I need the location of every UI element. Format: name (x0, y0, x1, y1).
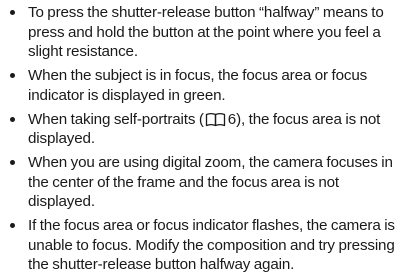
bullet-dot-icon (10, 223, 15, 228)
bullet-dot-icon (10, 160, 15, 165)
bullet-text-before: When taking self-portraits ( (28, 110, 204, 128)
bullet-item-self-portraits: When taking self-portraits ( 6), the foc… (0, 110, 399, 149)
bullet-item-in-focus: When the subject is in focus, the focus … (0, 66, 399, 105)
bullet-text: When the subject is in focus, the focus … (28, 67, 368, 104)
bullet-item-digital-zoom: When you are using digital zoom, the cam… (0, 153, 399, 212)
bullet-text: If the focus area or focus indicator fla… (28, 217, 395, 273)
bullet-dot-icon (10, 10, 15, 15)
bullet-dot-icon (10, 73, 15, 78)
bullet-item-halfway: To press the shutter-release button “hal… (0, 3, 399, 62)
bullet-dot-icon (10, 116, 15, 122)
bullet-text: To press the shutter-release button “hal… (28, 4, 384, 60)
notes-bullet-list: To press the shutter-release button “hal… (0, 3, 399, 279)
bullet-item-focus-flashes: If the focus area or focus indicator fla… (0, 216, 399, 275)
reference-book-icon[interactable] (205, 112, 227, 127)
page-reference[interactable]: 6 (228, 111, 236, 128)
bullet-text: When you are using digital zoom, the cam… (28, 154, 393, 210)
